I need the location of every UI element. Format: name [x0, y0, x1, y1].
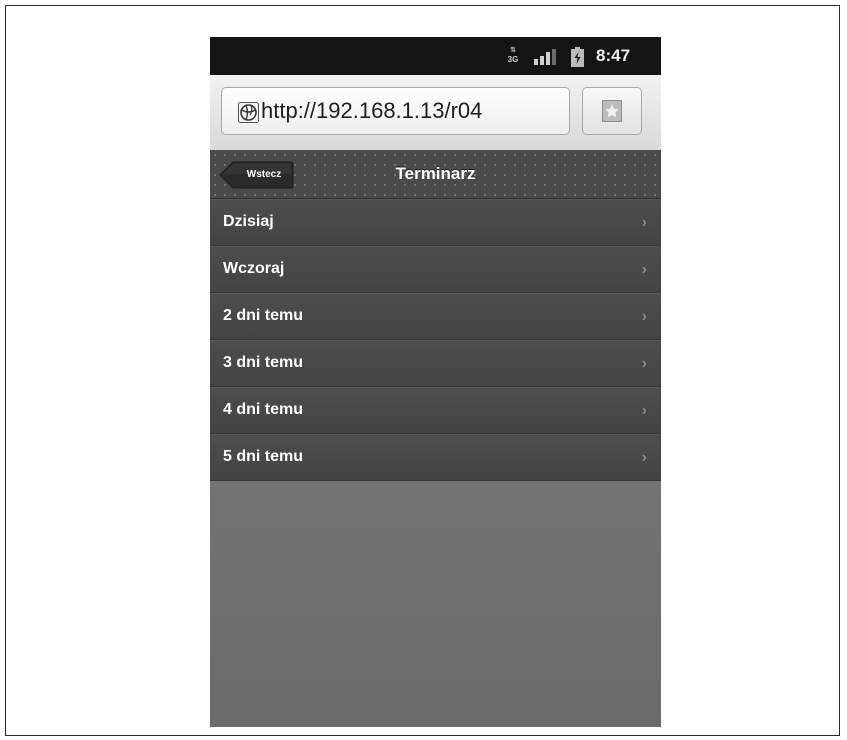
figure-frame: ⇅ 3G 8:47 http://192.168.1.13/r04 Wstecz…	[5, 5, 840, 736]
list-item-label: 5 dni temu	[223, 448, 304, 465]
phone-screen: ⇅ 3G 8:47 http://192.168.1.13/r04 Wstecz…	[210, 37, 661, 727]
bookmark-button[interactable]	[582, 87, 642, 135]
list-item-wczoraj[interactable]: Wczoraj ›	[210, 246, 661, 293]
date-list: Dzisiaj › Wczoraj › 2 dni temu › 3 dni t…	[210, 199, 661, 481]
list-item-4-dni-temu[interactable]: 4 dni temu ›	[210, 387, 661, 434]
url-field[interactable]: http://192.168.1.13/r04	[221, 87, 570, 135]
list-item-label: Wczoraj	[223, 260, 285, 277]
list-item-label: 4 dni temu	[223, 401, 304, 418]
list-item-dzisiaj[interactable]: Dzisiaj ›	[210, 199, 661, 246]
chevron-right-icon: ›	[641, 402, 647, 419]
content-area	[210, 481, 661, 727]
page-title: Terminarz	[395, 164, 476, 183]
header-bar: Wstecz Terminarz	[210, 150, 661, 199]
signal-icon	[534, 49, 556, 65]
list-item-2-dni-temu[interactable]: 2 dni temu ›	[210, 293, 661, 340]
list-item-5-dni-temu[interactable]: 5 dni temu ›	[210, 434, 661, 481]
url-text: http://192.168.1.13/r04	[261, 98, 483, 123]
status-clock: 8:47	[596, 46, 631, 65]
network-3g-icon: ⇅ 3G	[507, 47, 519, 64]
status-bar: ⇅ 3G 8:47	[210, 37, 661, 75]
chevron-right-icon: ›	[641, 449, 647, 466]
browser-toolbar: http://192.168.1.13/r04	[210, 75, 661, 150]
chevron-right-icon: ›	[641, 355, 647, 372]
list-item-label: 3 dni temu	[223, 354, 304, 371]
list-item-label: Dzisiaj	[223, 213, 274, 230]
chevron-right-icon: ›	[641, 261, 647, 278]
bookmark-star-icon	[602, 100, 622, 122]
chevron-right-icon: ›	[641, 214, 647, 231]
list-item-3-dni-temu[interactable]: 3 dni temu ›	[210, 340, 661, 387]
globe-icon	[238, 102, 259, 123]
list-item-label: 2 dni temu	[223, 307, 304, 324]
battery-icon	[571, 47, 584, 67]
chevron-right-icon: ›	[641, 308, 647, 325]
